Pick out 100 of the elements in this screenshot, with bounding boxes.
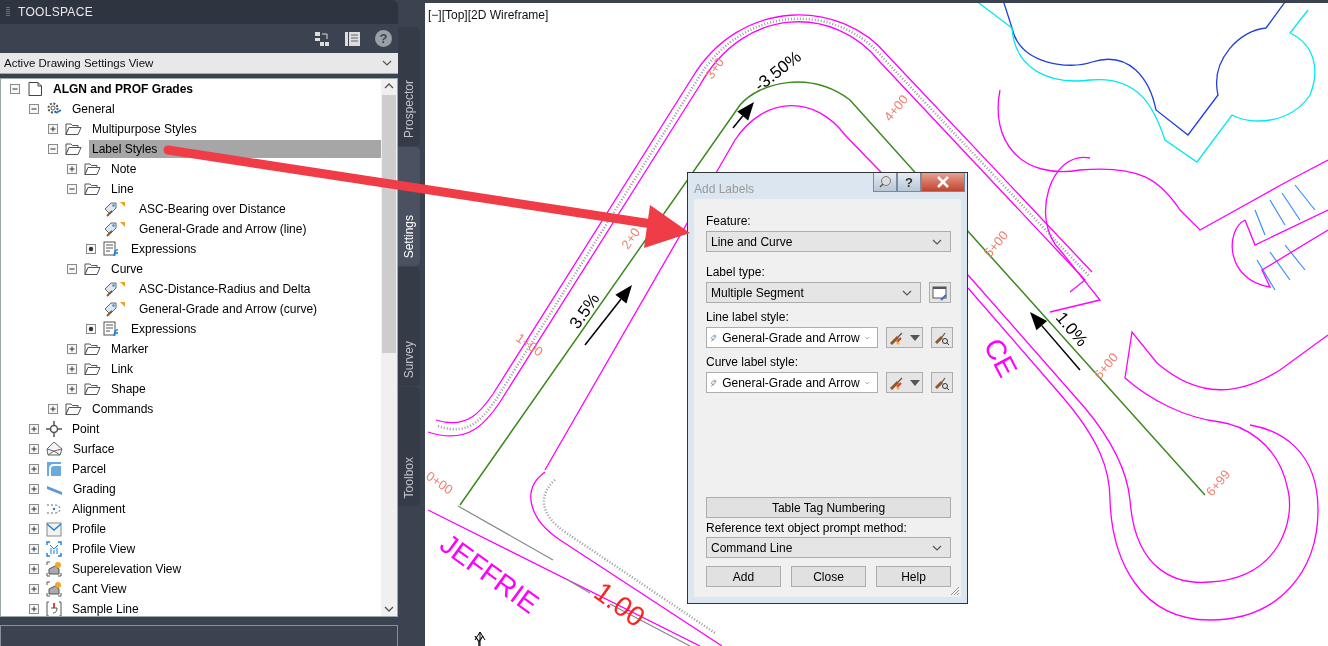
scrollbar-thumb[interactable]: [382, 95, 396, 354]
help-button[interactable]: ?: [375, 30, 392, 48]
expand-toggle[interactable]: [29, 504, 39, 515]
expand-toggle[interactable]: [67, 344, 77, 355]
tree-item[interactable]: Grading: [70, 480, 119, 499]
tree-item[interactable]: General-Grade and Arrow (curve): [136, 300, 321, 319]
tree-item[interactable]: Shape: [108, 380, 149, 399]
dialog-button[interactable]: Help: [876, 566, 951, 587]
table-tag-numbering-button[interactable]: Table Tag Numbering: [706, 497, 951, 518]
caret-icon: [909, 379, 920, 386]
collapse-toggle[interactable]: [48, 144, 58, 155]
expand-toggle[interactable]: [29, 484, 39, 495]
dimension-label: 1.00: [588, 575, 651, 633]
tree-layout-icon[interactable]: [314, 30, 330, 47]
side-tab[interactable]: Settings: [398, 147, 420, 266]
tree-item[interactable]: Surface: [70, 440, 118, 459]
close-button[interactable]: [921, 173, 965, 192]
tree-item[interactable]: Label Styles: [89, 140, 381, 159]
dialog-title: Add Labels: [694, 182, 755, 196]
dialog-button[interactable]: Close: [791, 566, 866, 587]
feature-dropdown[interactable]: Line and Curve: [706, 231, 951, 252]
tree-item[interactable]: Link: [108, 360, 136, 379]
tree-item[interactable]: Point: [69, 420, 103, 439]
tree-item[interactable]: Profile: [69, 520, 109, 539]
folder-icon: [84, 162, 101, 177]
tree-item[interactable]: General: [69, 100, 118, 119]
tree-item[interactable]: Superelevation View: [69, 560, 185, 579]
tree-item[interactable]: Profile View: [69, 540, 139, 559]
collapse-toggle[interactable]: [10, 84, 20, 95]
edit-style-button[interactable]: [886, 327, 923, 348]
tree-item[interactable]: Commands: [89, 400, 157, 419]
expand-toggle[interactable]: [29, 564, 39, 575]
tree-item[interactable]: Note: [108, 160, 140, 179]
sample-line-icon: [46, 601, 62, 617]
list-view-icon[interactable]: [344, 30, 361, 47]
folder-icon: [65, 142, 82, 157]
expand-toggle[interactable]: [67, 364, 77, 375]
expand-toggle[interactable]: [67, 164, 77, 175]
tree-item[interactable]: Multipurpose Styles: [89, 120, 200, 139]
parcel-icon: [46, 461, 62, 478]
tree-item[interactable]: ASC-Distance-Radius and Delta: [136, 280, 314, 299]
dialog-button[interactable]: Add: [706, 566, 781, 587]
collapse-toggle[interactable]: [67, 184, 77, 195]
tree-item[interactable]: Marker: [108, 340, 152, 359]
line-label-style-dropdown[interactable]: General-Grade and Arrow: [706, 327, 878, 348]
folder-icon: [65, 122, 82, 137]
expand-toggle[interactable]: [29, 444, 39, 455]
folder-icon: [84, 382, 101, 397]
crosshair-icon: [46, 421, 62, 438]
profile-icon: [46, 521, 62, 538]
expand-toggle[interactable]: [29, 464, 39, 475]
expand-toggle[interactable]: [29, 424, 39, 435]
tree-item[interactable]: General-Grade and Arrow (line): [136, 220, 310, 239]
collapse-toggle[interactable]: [29, 104, 39, 115]
tree-item[interactable]: Cant View: [69, 580, 130, 599]
station-label: 0+00: [425, 468, 456, 498]
chevron-down-icon: [902, 289, 912, 296]
tree-item[interactable]: ALGN and PROF Grades: [50, 80, 197, 99]
folder-icon: [65, 402, 82, 417]
bullet-box-icon: [86, 324, 96, 335]
tree-item[interactable]: ASC-Bearing over Distance: [136, 200, 289, 219]
view-dropdown[interactable]: Active Drawing Settings View: [0, 53, 398, 75]
curve-label-style-dropdown[interactable]: General-Grade and Arrow: [706, 372, 878, 393]
expand-toggle[interactable]: [29, 604, 39, 615]
label-type-settings-button[interactable]: [929, 282, 951, 303]
tree-item[interactable]: Expressions: [128, 240, 200, 259]
tree-item[interactable]: Curve: [108, 260, 146, 279]
tree-item[interactable]: Line: [108, 180, 137, 199]
expand-toggle[interactable]: [29, 544, 39, 555]
tree-item[interactable]: Sample Line: [69, 600, 142, 617]
pick-style-button[interactable]: [931, 372, 953, 393]
side-tab[interactable]: Survey: [398, 267, 420, 386]
tree-item[interactable]: Parcel: [69, 460, 109, 479]
resize-grip-icon[interactable]: [950, 586, 960, 596]
expand-toggle[interactable]: [67, 384, 77, 395]
folder-icon: [84, 182, 101, 197]
help-button[interactable]: ?: [897, 173, 921, 192]
chevron-down-icon: [932, 544, 942, 551]
caret-icon: [909, 334, 920, 341]
viewport-controls[interactable]: [−][Top][2D Wireframe]: [428, 8, 549, 22]
pick-style-button[interactable]: [931, 327, 953, 348]
folder-icon: [84, 362, 101, 377]
side-tab[interactable]: Prospector: [398, 27, 420, 146]
expand-toggle[interactable]: [48, 124, 58, 135]
collapse-toggle[interactable]: [67, 264, 77, 275]
grip-icon[interactable]: [6, 5, 10, 18]
expand-toggle[interactable]: [29, 524, 39, 535]
chevron-down-icon: [864, 334, 869, 341]
tree-item[interactable]: Expressions: [128, 320, 200, 339]
side-tab[interactable]: Toolbox: [398, 387, 420, 506]
pin-button[interactable]: [873, 173, 897, 192]
expand-toggle[interactable]: [48, 404, 58, 415]
edit-style-button[interactable]: [886, 372, 923, 393]
view-star-icon: [46, 581, 62, 598]
chevron-down-icon: [932, 238, 942, 245]
station-label: 1+00: [513, 330, 546, 360]
label-type-dropdown[interactable]: Multiple Segment: [706, 282, 921, 303]
prompt-method-dropdown[interactable]: Command Line: [706, 537, 951, 558]
tree-item[interactable]: Alignment: [69, 500, 129, 519]
expand-toggle[interactable]: [29, 584, 39, 595]
